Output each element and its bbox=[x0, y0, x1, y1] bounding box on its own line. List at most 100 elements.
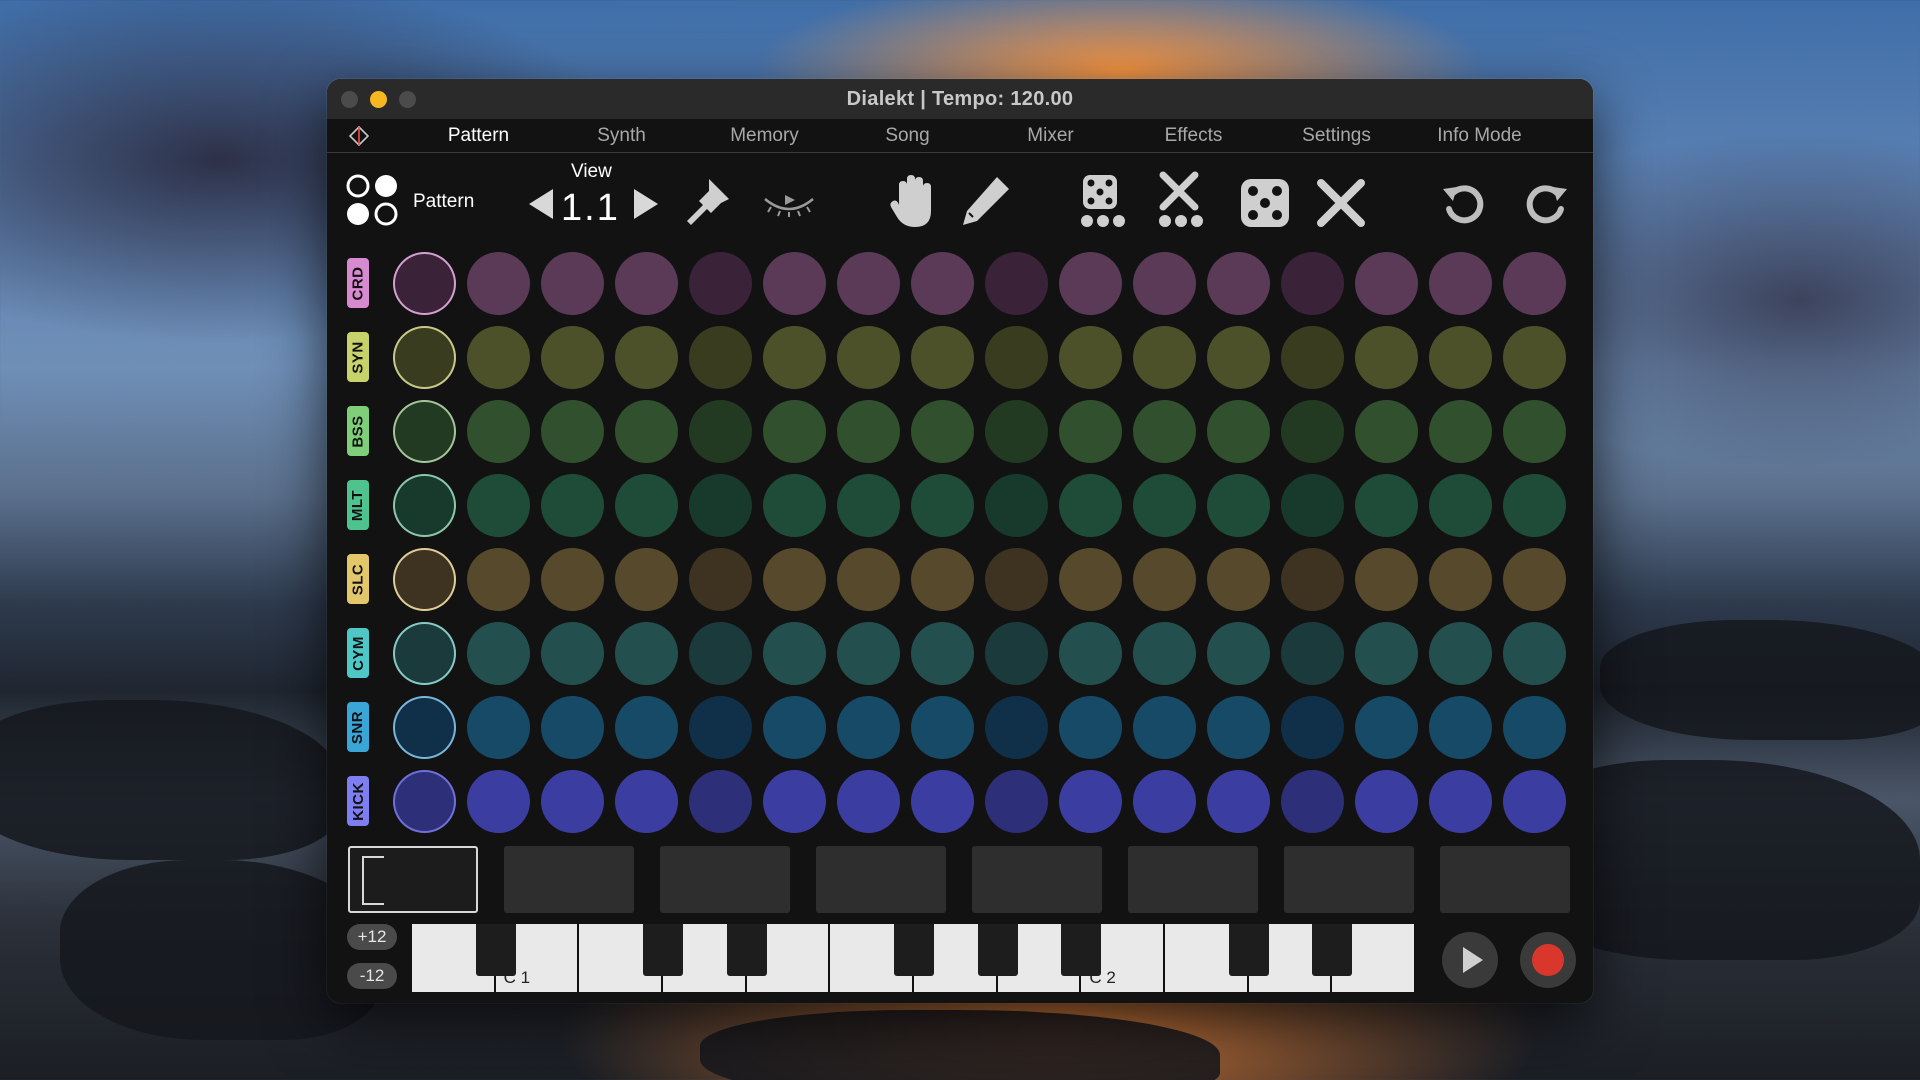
step-mlt-9[interactable] bbox=[985, 474, 1048, 537]
step-kick-11[interactable] bbox=[1133, 770, 1196, 833]
step-syn-8[interactable] bbox=[911, 326, 974, 389]
pattern-slot-2[interactable] bbox=[504, 846, 634, 913]
black-key[interactable] bbox=[1228, 924, 1269, 976]
step-slc-4[interactable] bbox=[615, 548, 678, 611]
step-mlt-14[interactable] bbox=[1355, 474, 1418, 537]
track-label-crd[interactable]: CRD bbox=[347, 258, 369, 308]
view-prev-icon[interactable] bbox=[527, 187, 555, 221]
step-crd-10[interactable] bbox=[1059, 252, 1122, 315]
step-bss-16[interactable] bbox=[1503, 400, 1566, 463]
view-next-icon[interactable] bbox=[632, 187, 660, 221]
step-crd-4[interactable] bbox=[615, 252, 678, 315]
step-bss-4[interactable] bbox=[615, 400, 678, 463]
step-bss-1[interactable] bbox=[393, 400, 456, 463]
step-crd-3[interactable] bbox=[541, 252, 604, 315]
step-crd-6[interactable] bbox=[763, 252, 826, 315]
step-syn-11[interactable] bbox=[1133, 326, 1196, 389]
step-snr-8[interactable] bbox=[911, 696, 974, 759]
pattern-slot-1[interactable] bbox=[348, 846, 478, 913]
step-crd-7[interactable] bbox=[837, 252, 900, 315]
step-slc-15[interactable] bbox=[1429, 548, 1492, 611]
step-mlt-4[interactable] bbox=[615, 474, 678, 537]
step-kick-7[interactable] bbox=[837, 770, 900, 833]
step-cym-9[interactable] bbox=[985, 622, 1048, 685]
step-snr-4[interactable] bbox=[615, 696, 678, 759]
step-slc-1[interactable] bbox=[393, 548, 456, 611]
step-syn-6[interactable] bbox=[763, 326, 826, 389]
pattern-slot-7[interactable] bbox=[1284, 846, 1414, 913]
step-slc-5[interactable] bbox=[689, 548, 752, 611]
pencil-icon[interactable] bbox=[955, 171, 1015, 231]
step-bss-3[interactable] bbox=[541, 400, 604, 463]
track-label-snr[interactable]: SNR bbox=[347, 702, 369, 752]
hidden-eye-icon[interactable] bbox=[759, 183, 819, 223]
step-bss-6[interactable] bbox=[763, 400, 826, 463]
step-crd-13[interactable] bbox=[1281, 252, 1344, 315]
step-bss-9[interactable] bbox=[985, 400, 1048, 463]
step-kick-4[interactable] bbox=[615, 770, 678, 833]
clear-icon[interactable] bbox=[1313, 175, 1369, 231]
step-mlt-1[interactable] bbox=[393, 474, 456, 537]
tab-memory[interactable]: Memory bbox=[693, 119, 836, 153]
step-syn-9[interactable] bbox=[985, 326, 1048, 389]
step-kick-9[interactable] bbox=[985, 770, 1048, 833]
step-cym-7[interactable] bbox=[837, 622, 900, 685]
step-kick-10[interactable] bbox=[1059, 770, 1122, 833]
step-crd-14[interactable] bbox=[1355, 252, 1418, 315]
step-crd-15[interactable] bbox=[1429, 252, 1492, 315]
step-kick-6[interactable] bbox=[763, 770, 826, 833]
redo-icon[interactable] bbox=[1519, 179, 1571, 231]
pattern-slot-4[interactable] bbox=[816, 846, 946, 913]
step-bss-12[interactable] bbox=[1207, 400, 1270, 463]
step-crd-5[interactable] bbox=[689, 252, 752, 315]
pattern-slot-8[interactable] bbox=[1440, 846, 1570, 913]
step-cym-3[interactable] bbox=[541, 622, 604, 685]
step-kick-1[interactable] bbox=[393, 770, 456, 833]
step-syn-3[interactable] bbox=[541, 326, 604, 389]
step-slc-13[interactable] bbox=[1281, 548, 1344, 611]
transpose-up-button[interactable]: +12 bbox=[347, 924, 397, 950]
step-slc-11[interactable] bbox=[1133, 548, 1196, 611]
step-kick-2[interactable] bbox=[467, 770, 530, 833]
step-snr-6[interactable] bbox=[763, 696, 826, 759]
step-bss-14[interactable] bbox=[1355, 400, 1418, 463]
hand-icon[interactable] bbox=[887, 171, 943, 231]
step-bss-7[interactable] bbox=[837, 400, 900, 463]
step-slc-16[interactable] bbox=[1503, 548, 1566, 611]
pattern-slot-6[interactable] bbox=[1128, 846, 1258, 913]
step-mlt-7[interactable] bbox=[837, 474, 900, 537]
tab-synth[interactable]: Synth bbox=[550, 119, 693, 153]
step-snr-12[interactable] bbox=[1207, 696, 1270, 759]
step-syn-2[interactable] bbox=[467, 326, 530, 389]
black-key[interactable] bbox=[475, 924, 516, 976]
track-label-bss[interactable]: BSS bbox=[347, 406, 369, 456]
tab-pattern[interactable]: Pattern bbox=[407, 119, 550, 153]
black-key[interactable] bbox=[977, 924, 1018, 976]
step-kick-5[interactable] bbox=[689, 770, 752, 833]
step-mlt-8[interactable] bbox=[911, 474, 974, 537]
step-syn-7[interactable] bbox=[837, 326, 900, 389]
step-slc-10[interactable] bbox=[1059, 548, 1122, 611]
pin-icon[interactable] bbox=[677, 173, 735, 231]
step-mlt-13[interactable] bbox=[1281, 474, 1344, 537]
step-crd-12[interactable] bbox=[1207, 252, 1270, 315]
step-kick-16[interactable] bbox=[1503, 770, 1566, 833]
play-button[interactable] bbox=[1442, 932, 1498, 988]
step-cym-6[interactable] bbox=[763, 622, 826, 685]
step-bss-11[interactable] bbox=[1133, 400, 1196, 463]
step-snr-7[interactable] bbox=[837, 696, 900, 759]
close-button[interactable] bbox=[341, 91, 358, 108]
step-syn-1[interactable] bbox=[393, 326, 456, 389]
step-snr-16[interactable] bbox=[1503, 696, 1566, 759]
step-snr-15[interactable] bbox=[1429, 696, 1492, 759]
dialekt-diamond-icon[interactable] bbox=[349, 126, 369, 146]
step-mlt-10[interactable] bbox=[1059, 474, 1122, 537]
step-cym-5[interactable] bbox=[689, 622, 752, 685]
step-crd-1[interactable] bbox=[393, 252, 456, 315]
step-cym-16[interactable] bbox=[1503, 622, 1566, 685]
step-slc-14[interactable] bbox=[1355, 548, 1418, 611]
black-key[interactable] bbox=[1312, 924, 1353, 976]
step-snr-3[interactable] bbox=[541, 696, 604, 759]
step-crd-8[interactable] bbox=[911, 252, 974, 315]
step-mlt-6[interactable] bbox=[763, 474, 826, 537]
